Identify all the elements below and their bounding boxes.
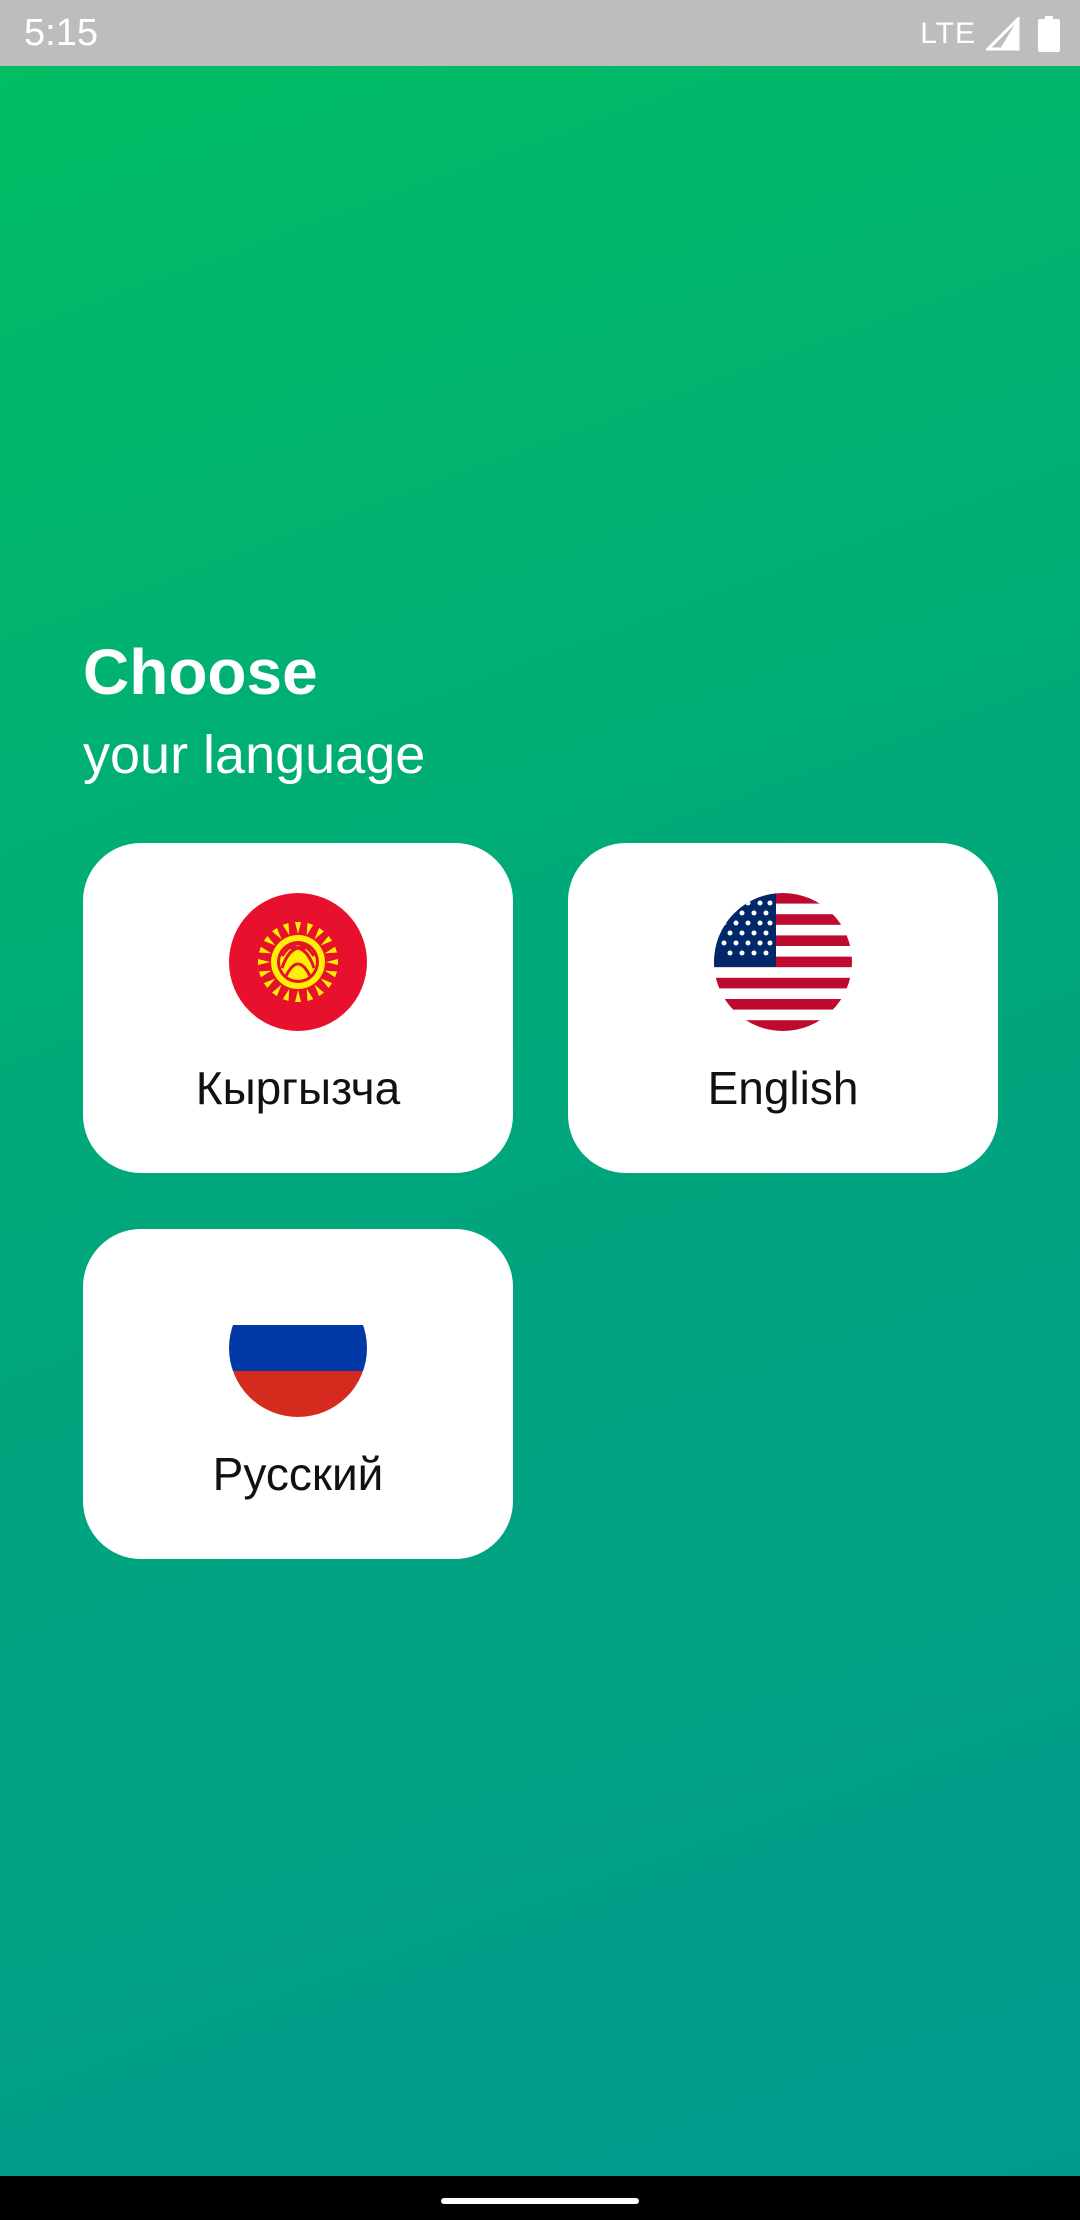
battery-icon — [1038, 16, 1060, 52]
page-title: Choose — [83, 636, 318, 708]
language-label: English — [707, 1062, 859, 1114]
language-card-english[interactable]: English — [568, 843, 998, 1173]
language-card-kyrgyz[interactable]: Кыргызча — [83, 843, 513, 1173]
status-time: 5:15 — [24, 12, 98, 54]
navigation-bar — [0, 2176, 1080, 2220]
usa-flag-icon — [714, 893, 852, 1031]
language-card-russian[interactable]: Русский — [83, 1229, 513, 1559]
signal-icon — [986, 17, 1020, 51]
kyrgyzstan-flag-icon — [229, 893, 367, 1031]
language-label: Русский — [212, 1448, 384, 1500]
network-type: LTE — [920, 17, 976, 50]
language-label: Кыргызча — [195, 1062, 401, 1114]
page-subtitle: your language — [83, 725, 426, 785]
status-bar: 5:15 LTE — [0, 0, 1080, 66]
language-selection-screen: 5:15 LTE Choose your language Кыргызча E… — [0, 0, 1080, 2220]
status-icons: LTE — [920, 12, 1060, 56]
home-gesture-handle[interactable] — [441, 2198, 639, 2204]
russia-flag-icon — [229, 1279, 367, 1417]
